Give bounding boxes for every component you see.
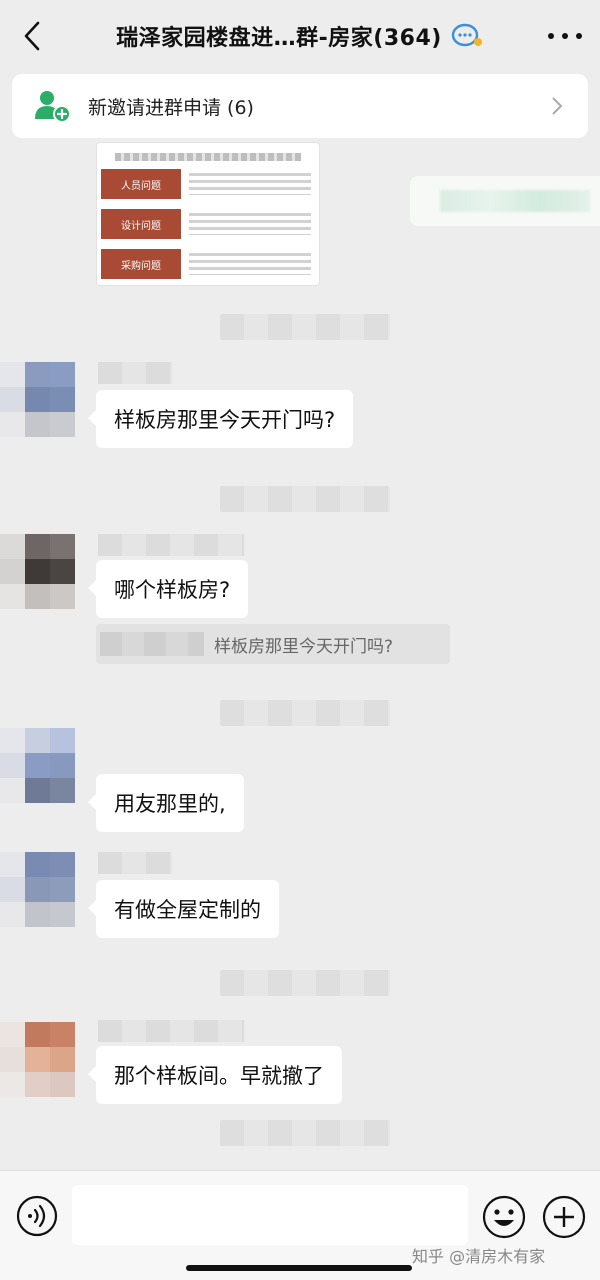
message-list[interactable]: 人员问题 设计问题 采购问题 样板房那里今天开门吗? 哪个样板房? 样板房那里今… xyxy=(0,140,600,1170)
image-message[interactable]: 人员问题 设计问题 采购问题 xyxy=(96,142,320,286)
avatar[interactable] xyxy=(0,1022,75,1097)
add-user-icon xyxy=(35,91,71,123)
quoted-text: 样板房那里今天开门吗? xyxy=(214,636,394,657)
chat-title-wrap: 瑞泽家园楼盘进…群-房家(364) xyxy=(116,20,484,52)
sent-message-blurred[interactable] xyxy=(410,176,600,226)
more-button[interactable] xyxy=(548,22,582,50)
voice-icon[interactable] xyxy=(16,1195,58,1237)
message-bubble[interactable]: 有做全屋定制的 xyxy=(88,880,279,938)
sender-name-blurred xyxy=(98,534,244,556)
message-bubble[interactable]: 用友那里的, xyxy=(88,774,244,832)
chat-title: 瑞泽家园楼盘进…群-房家(364) xyxy=(116,26,442,51)
invite-request-label: 新邀请进群申请 (6) xyxy=(88,96,254,119)
message-text: 样板房那里今天开门吗? xyxy=(114,408,336,432)
message-text: 有做全屋定制的 xyxy=(114,898,261,922)
timestamp-blurred xyxy=(220,970,390,996)
message-input[interactable] xyxy=(72,1185,468,1245)
image-row: 采购问题 xyxy=(101,249,319,279)
sender-name-blurred xyxy=(98,1020,244,1042)
timestamp-blurred xyxy=(220,1120,390,1146)
more-dots-icon xyxy=(548,33,554,39)
back-button[interactable] xyxy=(14,18,50,54)
composer-bar: 知乎 @清房木有家 xyxy=(0,1170,600,1280)
plus-icon[interactable] xyxy=(542,1195,586,1239)
timestamp-blurred xyxy=(220,314,390,340)
timestamp-blurred xyxy=(220,700,390,726)
chat-header: 瑞泽家园楼盘进…群-房家(364) xyxy=(0,0,600,72)
message-bubble[interactable]: 样板房那里今天开门吗? xyxy=(87,390,354,448)
message-text: 用友那里的, xyxy=(114,792,226,816)
emoji-icon[interactable] xyxy=(482,1195,526,1239)
sender-name-blurred xyxy=(98,362,172,384)
avatar[interactable] xyxy=(0,852,75,927)
message-text: 那个样板间。早就撤了 xyxy=(114,1064,324,1088)
message-bubble[interactable]: 那个样板间。早就撤了 xyxy=(88,1046,342,1104)
image-row: 人员问题 xyxy=(101,169,319,199)
avatar[interactable] xyxy=(0,362,75,437)
message-bubble[interactable]: 哪个样板房? xyxy=(87,560,249,618)
quoted-message[interactable]: 样板房那里今天开门吗? xyxy=(96,624,450,664)
invite-request-banner[interactable]: 新邀请进群申请 (6) xyxy=(12,74,588,138)
chevron-right-icon xyxy=(552,97,563,115)
image-row: 设计问题 xyxy=(101,209,319,239)
chat-bubbles-icon xyxy=(451,23,482,47)
message-text: 哪个样板房? xyxy=(114,578,231,602)
timestamp-blurred xyxy=(220,486,390,512)
avatar[interactable] xyxy=(0,728,75,803)
home-indicator xyxy=(186,1265,412,1271)
avatar[interactable] xyxy=(0,534,75,609)
chevron-left-icon xyxy=(24,21,40,51)
watermark: 知乎 @清房木有家 xyxy=(412,1247,546,1266)
sender-name-blurred xyxy=(98,852,172,874)
